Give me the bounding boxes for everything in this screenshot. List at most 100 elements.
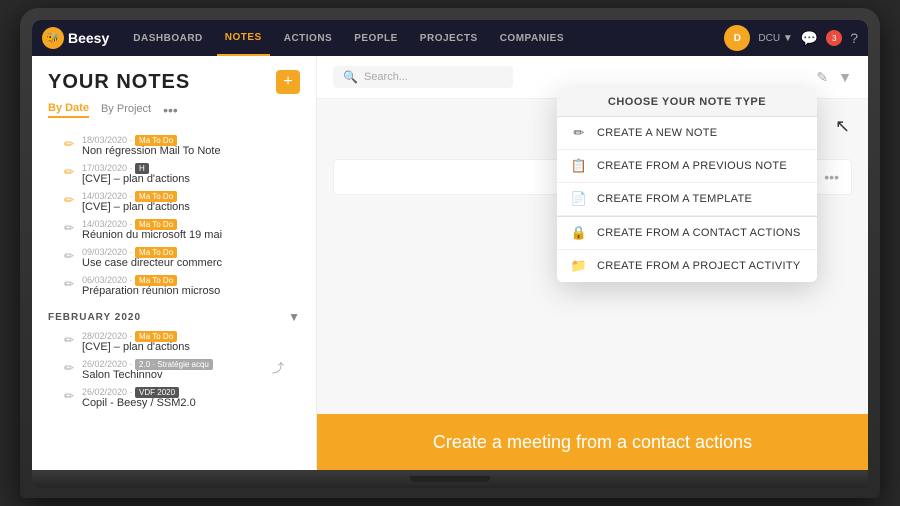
list-item[interactable]: ✏ 09/03/2020 · Ma To Do Use case directe… — [48, 244, 300, 272]
note-info: 17/03/2020 · H [CVE] – plan d'actions — [82, 163, 284, 185]
note-info: 18/03/2020 · Ma To Do Non régression Mai… — [82, 135, 284, 157]
laptop-notch — [410, 476, 490, 482]
laptop-screen: 🐝 Beesy DASHBOARD NOTES ACTIONS PEOPLE P… — [32, 20, 868, 470]
dropdown-item-project[interactable]: 📁 CREATE FROM A PROJECT ACTIVITY — [557, 250, 817, 282]
app-name: Beesy — [68, 30, 109, 46]
dropdown-item-label: CREATE FROM A CONTACT ACTIONS — [597, 227, 801, 239]
dropdown-item-label: CREATE FROM A PROJECT ACTIVITY — [597, 260, 801, 272]
pin-icon: ✏ — [64, 165, 76, 179]
note-icon: ✏ — [64, 277, 76, 291]
note-title: [CVE] – plan d'actions — [82, 201, 284, 213]
dropdown-item-label: CREATE FROM A TEMPLATE — [597, 193, 752, 205]
nav-dashboard[interactable]: DASHBOARD — [125, 20, 211, 56]
note-bar-right: ••• — [824, 169, 839, 185]
note-title: Préparation réunion microso — [82, 285, 284, 297]
note-date: 09/03/2020 · Ma To Do — [82, 247, 284, 257]
expand-icon[interactable]: ▼ — [838, 69, 852, 85]
panel-title: YOUR NOTES — [48, 71, 190, 94]
note-title: [CVE] – plan d'actions — [82, 341, 284, 353]
chat-icon[interactable]: 💬 — [801, 30, 818, 47]
dropdown-header: CHOOSE YOUR NOTE TYPE — [557, 88, 817, 117]
three-dots-icon[interactable]: ••• — [824, 169, 839, 185]
month-header: FEBRUARY 2020 ▼ — [48, 310, 300, 324]
nav-projects[interactable]: PROJECTS — [412, 20, 486, 56]
logo-icon: 🐝 — [42, 27, 64, 49]
note-info: 06/03/2020 · Ma To Do Préparation réunio… — [82, 275, 284, 297]
folder-icon: 📁 — [571, 258, 587, 274]
nav-actions[interactable]: ACTIONS — [276, 20, 341, 56]
march-section: ✏ 18/03/2020 · Ma To Do Non régression M… — [32, 126, 316, 304]
note-icon: ✏ — [64, 221, 76, 235]
clipboard-icon: 📋 — [571, 158, 587, 174]
list-item[interactable]: ✏ 17/03/2020 · H [CVE] – plan d'actions — [48, 160, 300, 188]
pin-icon: ✏ — [64, 137, 76, 151]
note-date: 17/03/2020 · H — [82, 163, 284, 173]
tab-more-icon[interactable]: ••• — [163, 102, 178, 118]
dropdown-item-previous[interactable]: 📋 CREATE FROM A PREVIOUS NOTE — [557, 150, 817, 183]
note-icon: ✏ — [64, 361, 76, 375]
list-item[interactable]: ✏ 14/03/2020 · Ma To Do [CVE] – plan d'a… — [48, 188, 300, 216]
notification-badge[interactable]: 3 — [826, 30, 842, 46]
dropdown-item-new[interactable]: ✏ CREATE A NEW NOTE — [557, 117, 817, 150]
laptop-base — [32, 470, 868, 488]
share-icon: ⤴ — [272, 359, 284, 376]
tab-by-project[interactable]: By Project — [101, 103, 151, 117]
note-title: Salon Techinnov — [82, 369, 266, 381]
note-info: 26/02/2020 · VDF 2020 Copil - Beesy / SS… — [82, 387, 284, 409]
note-info: 14/03/2020 · Ma To Do [CVE] – plan d'act… — [82, 191, 284, 213]
tabs-row: By Date By Project ••• — [32, 102, 316, 126]
note-title: Use case directeur commerc — [82, 257, 284, 269]
note-icon: ✏ — [64, 249, 76, 263]
month-label: FEBRUARY 2020 — [48, 312, 141, 323]
note-info: 28/02/2020 · Ma To Do [CVE] – plan d'act… — [82, 331, 284, 353]
note-info: 14/03/2020 · Ma To Do Réunion du microso… — [82, 219, 284, 241]
logo-area: 🐝 Beesy — [42, 27, 109, 49]
pencil-icon: ✏ — [571, 125, 587, 141]
banner-text: Create a meeting from a contact actions — [433, 432, 752, 453]
note-type-dropdown: CHOOSE YOUR NOTE TYPE ✏ CREATE A NEW NOT… — [557, 88, 817, 282]
note-title: Réunion du microsoft 19 mai — [82, 229, 284, 241]
list-item[interactable]: ✏ 26/02/2020 · VDF 2020 Copil - Beesy / … — [48, 384, 300, 412]
navbar: 🐝 Beesy DASHBOARD NOTES ACTIONS PEOPLE P… — [32, 20, 868, 56]
february-section: FEBRUARY 2020 ▼ ✏ 28/02/2020 · Ma To Do … — [32, 304, 316, 416]
note-icon: ✏ — [64, 389, 76, 403]
note-date: 26/02/2020 · 2.0 · Stratégie acqu — [82, 359, 266, 369]
dropdown-item-template[interactable]: 📄 CREATE FROM A TEMPLATE — [557, 183, 817, 216]
list-item[interactable]: ✏ 28/02/2020 · Ma To Do [CVE] – plan d'a… — [48, 328, 300, 356]
laptop-shell: 🐝 Beesy DASHBOARD NOTES ACTIONS PEOPLE P… — [20, 8, 880, 498]
dropdown-item-label: CREATE A NEW NOTE — [597, 127, 717, 139]
note-date: 06/03/2020 · Ma To Do — [82, 275, 284, 285]
note-title: Non régression Mail To Note — [82, 145, 284, 157]
right-actions: ✎ ▼ — [816, 69, 852, 86]
month-toggle-icon[interactable]: ▼ — [288, 310, 300, 324]
nav-companies[interactable]: COMPANIES — [492, 20, 572, 56]
note-icon: ✏ — [64, 333, 76, 347]
template-icon: 📄 — [571, 191, 587, 207]
note-date: 28/02/2020 · Ma To Do — [82, 331, 284, 341]
note-date: 18/03/2020 · Ma To Do — [82, 135, 284, 145]
user-avatar[interactable]: D — [724, 25, 750, 51]
list-item[interactable]: ✏ 14/03/2020 · Ma To Do Réunion du micro… — [48, 216, 300, 244]
edit-icon[interactable]: ✎ — [816, 69, 828, 86]
nav-notes[interactable]: NOTES — [217, 20, 270, 56]
list-item[interactable]: ✏ 06/03/2020 · Ma To Do Préparation réun… — [48, 272, 300, 300]
tab-by-date[interactable]: By Date — [48, 102, 89, 118]
right-panel: 🔍 Search... ✎ ▼ ••• — [317, 56, 868, 470]
add-note-button[interactable]: + — [276, 70, 300, 94]
search-box[interactable]: 🔍 Search... — [333, 66, 513, 88]
dropdown-item-label: CREATE FROM A PREVIOUS NOTE — [597, 160, 787, 172]
list-item[interactable]: ✏ 18/03/2020 · Ma To Do Non régression M… — [48, 132, 300, 160]
note-info: 09/03/2020 · Ma To Do Use case directeur… — [82, 247, 284, 269]
search-icon: 🔍 — [343, 70, 358, 84]
left-panel: YOUR NOTES + By Date By Project ••• ✏ — [32, 56, 317, 470]
list-item[interactable]: ✏ 26/02/2020 · 2.0 · Stratégie acqu Salo… — [48, 356, 300, 384]
dropdown-item-contact[interactable]: 🔒 CREATE FROM A CONTACT ACTIONS — [557, 217, 817, 250]
nav-people[interactable]: PEOPLE — [346, 20, 406, 56]
help-icon[interactable]: ? — [850, 30, 858, 46]
username-label[interactable]: DCU ▼ — [758, 33, 792, 44]
lock-icon: 🔒 — [571, 225, 587, 241]
note-date: 26/02/2020 · VDF 2020 — [82, 387, 284, 397]
search-placeholder: Search... — [364, 71, 408, 83]
nav-right: D DCU ▼ 💬 3 ? — [724, 25, 858, 51]
panel-header: YOUR NOTES + — [32, 56, 316, 102]
